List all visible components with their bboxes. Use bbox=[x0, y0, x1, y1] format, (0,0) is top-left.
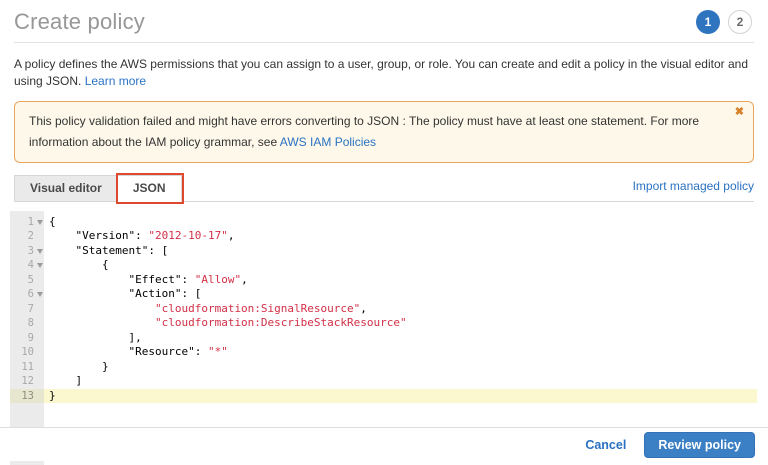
gutter-line-number: 3 bbox=[10, 244, 44, 259]
validation-warning-banner: ✖ This policy validation failed and migh… bbox=[14, 101, 754, 163]
editor-tabbar: Visual editor JSON Import managed policy bbox=[14, 175, 754, 202]
gutter-line-number: 5 bbox=[10, 273, 44, 288]
code-line[interactable]: "Effect": "Allow", bbox=[44, 273, 757, 288]
gutter-line-number: 12 bbox=[10, 374, 44, 389]
code-line[interactable]: "cloudformation:SignalResource", bbox=[44, 302, 757, 317]
fold-toggle-icon[interactable] bbox=[37, 220, 43, 225]
learn-more-link[interactable]: Learn more bbox=[85, 74, 146, 88]
code-line[interactable]: } bbox=[44, 360, 757, 375]
page-title: Create policy bbox=[14, 9, 145, 35]
code-line[interactable]: "Version": "2012-10-17", bbox=[44, 229, 757, 244]
fold-toggle-icon[interactable] bbox=[37, 292, 43, 297]
gutter-line-number: 1 bbox=[10, 215, 44, 230]
page-header: Create policy 1 2 bbox=[0, 0, 768, 42]
fold-toggle-icon[interactable] bbox=[37, 263, 43, 268]
fold-toggle-icon[interactable] bbox=[37, 249, 43, 254]
gutter-line-number: 2 bbox=[10, 229, 44, 244]
gutter-line-number: 9 bbox=[10, 331, 44, 346]
gutter-line-number: 10 bbox=[10, 345, 44, 360]
iam-policies-link[interactable]: AWS IAM Policies bbox=[280, 135, 376, 149]
step-2-badge: 2 bbox=[728, 10, 752, 34]
step-indicator: 1 2 bbox=[696, 10, 752, 34]
gutter-line-number: 6 bbox=[10, 287, 44, 302]
code-line[interactable]: ] bbox=[44, 374, 757, 389]
code-line[interactable]: "cloudformation:DescribeStackResource" bbox=[44, 316, 757, 331]
gutter-line-number: 7 bbox=[10, 302, 44, 317]
code-line[interactable]: "Resource": "*" bbox=[44, 345, 757, 360]
banner-close-icon[interactable]: ✖ bbox=[735, 107, 744, 118]
code-line[interactable]: ], bbox=[44, 331, 757, 346]
tab-visual-editor[interactable]: Visual editor bbox=[14, 175, 118, 202]
review-policy-button[interactable]: Review policy bbox=[644, 432, 755, 458]
import-managed-policy-link[interactable]: Import managed policy bbox=[633, 179, 754, 197]
code-line[interactable]: } bbox=[44, 389, 757, 404]
gutter-line-number: 4 bbox=[10, 258, 44, 273]
step-1-badge: 1 bbox=[696, 10, 720, 34]
intro-text: A policy defines the AWS permissions tha… bbox=[0, 43, 768, 90]
code-line[interactable]: { bbox=[44, 215, 757, 230]
footer-bar: Cancel Review policy bbox=[0, 427, 768, 461]
gutter-line-number: 13 bbox=[10, 389, 44, 404]
tab-json[interactable]: JSON bbox=[118, 175, 182, 202]
code-line[interactable]: "Action": [ bbox=[44, 287, 757, 302]
code-line[interactable]: { bbox=[44, 258, 757, 273]
code-line[interactable]: "Statement": [ bbox=[44, 244, 757, 259]
cancel-button[interactable]: Cancel bbox=[585, 438, 626, 452]
gutter-line-number: 8 bbox=[10, 316, 44, 331]
gutter-line-number: 11 bbox=[10, 360, 44, 375]
